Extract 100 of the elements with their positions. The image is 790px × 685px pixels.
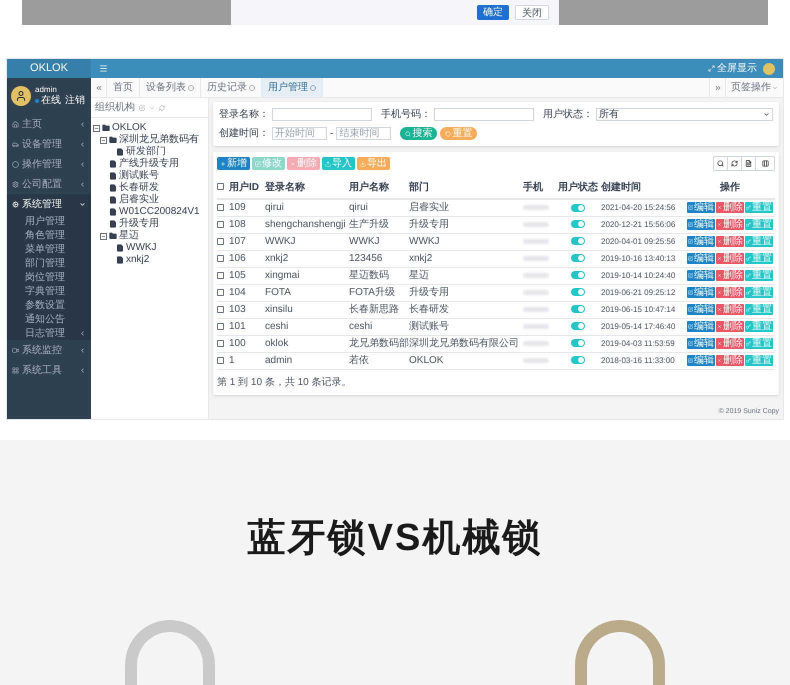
sidebar-menu-item[interactable]: 系统监控 <box>7 340 91 360</box>
status-toggle[interactable] <box>571 204 585 212</box>
sidebar-menu-item[interactable]: 系统工具 <box>7 360 91 380</box>
select-field[interactable]: 所有 <box>596 108 773 121</box>
input-field[interactable]: 开始时间 <box>272 127 327 140</box>
collapse-toggle-icon[interactable] <box>100 232 107 240</box>
checkbox[interactable] <box>217 272 224 279</box>
status-toggle[interactable] <box>571 356 585 364</box>
checkbox[interactable] <box>217 182 224 190</box>
status-toggle[interactable] <box>571 322 585 330</box>
refresh-icon[interactable] <box>731 160 738 167</box>
sidebar-submenu-item[interactable]: 岗位管理 <box>7 270 91 284</box>
row-action-button[interactable]: 编辑 <box>687 270 715 281</box>
checkbox[interactable] <box>217 221 224 228</box>
edit-icon[interactable] <box>139 104 145 110</box>
status-toggle[interactable] <box>571 305 585 314</box>
row-action-button[interactable]: 删除 <box>716 270 744 281</box>
row-action-button[interactable]: 删除 <box>716 219 744 230</box>
avatar[interactable] <box>763 62 775 74</box>
checkbox[interactable] <box>217 340 224 347</box>
collapse-toggle-icon[interactable] <box>100 136 107 144</box>
page-tab[interactable]: 用户管理 <box>262 78 323 97</box>
row-action-button[interactable]: 删除 <box>716 355 744 366</box>
tree-node-label[interactable]: WWKJ <box>126 242 157 254</box>
checkbox[interactable] <box>217 357 224 364</box>
tab-actions-dropdown[interactable]: 页签操作 <box>725 78 783 97</box>
status-toggle[interactable] <box>571 339 585 348</box>
input-field[interactable] <box>272 108 372 121</box>
row-action-button[interactable]: 删除 <box>716 236 744 247</box>
checkbox[interactable] <box>217 255 224 262</box>
row-action-button[interactable]: 编辑 <box>687 219 715 230</box>
page-tab[interactable]: 首页 <box>107 78 140 97</box>
sidebar-menu-item[interactable]: 主页 <box>7 114 91 134</box>
row-action-button[interactable]: 编辑 <box>687 338 715 349</box>
row-action-button[interactable]: 编辑 <box>687 355 715 366</box>
row-action-button[interactable]: 删除 <box>716 287 744 298</box>
row-action-button[interactable]: 删除 <box>716 321 744 332</box>
column-header[interactable]: 部门 <box>409 182 429 193</box>
row-action-button[interactable]: 编辑 <box>687 253 715 264</box>
close-tab-icon[interactable] <box>310 84 316 90</box>
column-header[interactable]: 用户名称 <box>349 182 389 193</box>
close-tab-icon[interactable] <box>188 84 194 90</box>
row-action-button[interactable]: 删除 <box>716 304 744 315</box>
input-field[interactable] <box>434 108 534 121</box>
sidebar-submenu-item[interactable]: 日志管理 <box>7 326 91 340</box>
tree-node-label[interactable]: 长春研发 <box>119 182 159 194</box>
sidebar-submenu-item[interactable]: 字典管理 <box>7 284 91 298</box>
menu-icon[interactable] <box>99 64 108 73</box>
sidebar-menu-item[interactable]: 公司配置 <box>7 174 91 194</box>
row-action-button[interactable]: 删除 <box>716 338 744 349</box>
sidebar-submenu-item[interactable]: 菜单管理 <box>7 242 91 256</box>
tree-node-label[interactable]: W01CC200824V1 <box>119 206 200 218</box>
page-tab[interactable]: 设备列表 <box>140 78 201 97</box>
checkbox[interactable] <box>217 306 224 313</box>
input-field[interactable]: 结束时间 <box>336 127 392 140</box>
sidebar-menu-item[interactable]: 设备管理 <box>7 134 91 154</box>
row-action-button[interactable]: 编辑 <box>687 202 715 214</box>
column-header[interactable]: 登录名称 <box>265 182 305 193</box>
column-header[interactable]: 手机 <box>523 182 543 193</box>
status-toggle[interactable] <box>571 237 585 246</box>
sidebar-submenu-item[interactable]: 部门管理 <box>7 256 91 270</box>
status-toggle[interactable] <box>571 254 585 262</box>
checkbox[interactable] <box>217 289 224 296</box>
tree-node-label[interactable]: 星迈 <box>119 230 139 242</box>
columns-icon[interactable] <box>762 160 768 167</box>
close-tab-icon[interactable] <box>249 84 255 90</box>
column-header[interactable]: 创建时间 <box>601 182 641 193</box>
sidebar-submenu-item[interactable]: 用户管理 <box>7 214 91 228</box>
column-header[interactable]: 操作 <box>720 182 740 193</box>
row-action-button[interactable]: 编辑 <box>687 236 715 247</box>
tree-node-label[interactable]: 产线升级专用 <box>119 158 179 170</box>
tree-node-label[interactable]: 深圳龙兄弟数码有 <box>119 134 199 146</box>
dialog-button[interactable]: 确定 <box>477 5 509 20</box>
logout-link[interactable]: 注销 <box>65 95 85 107</box>
sidebar-submenu-item[interactable]: 通知公告 <box>7 312 91 326</box>
sidebar-menu-item[interactable]: 操作管理 <box>7 154 91 174</box>
tree-node-label[interactable]: 测试账号 <box>119 170 159 182</box>
dialog-button[interactable]: 关闭 <box>515 5 549 20</box>
checkbox[interactable] <box>217 238 224 245</box>
status-toggle[interactable] <box>571 220 585 228</box>
sidebar-menu-item[interactable]: 系统管理 <box>7 194 91 214</box>
status-toggle[interactable] <box>571 271 585 280</box>
fullscreen-button[interactable]: 全屏显示 <box>708 61 757 76</box>
checkbox[interactable] <box>217 323 224 330</box>
collapse-toggle-icon[interactable] <box>93 124 100 132</box>
row-action-button[interactable]: 编辑 <box>687 304 715 315</box>
row-action-button[interactable]: 删除 <box>716 253 744 264</box>
status-toggle[interactable] <box>571 288 585 296</box>
column-header[interactable]: 用户ID <box>229 182 259 193</box>
tree-node-label[interactable]: 研发部门 <box>126 146 166 158</box>
sidebar-submenu-item[interactable]: 角色管理 <box>7 228 91 242</box>
tree-node-label[interactable]: OKLOK <box>112 122 146 134</box>
row-action-button[interactable]: 删除 <box>716 202 744 214</box>
toolbar-button[interactable]: 新增 <box>217 157 250 170</box>
row-action-button[interactable]: 编辑 <box>687 321 715 332</box>
search-icon[interactable] <box>717 160 724 167</box>
tree-node-label[interactable]: 升级专用 <box>119 218 159 230</box>
tree-node-label[interactable]: xnkj2 <box>126 254 150 266</box>
sidebar-submenu-item[interactable]: 参数设置 <box>7 298 91 312</box>
row-action-button[interactable]: 编辑 <box>687 287 715 298</box>
